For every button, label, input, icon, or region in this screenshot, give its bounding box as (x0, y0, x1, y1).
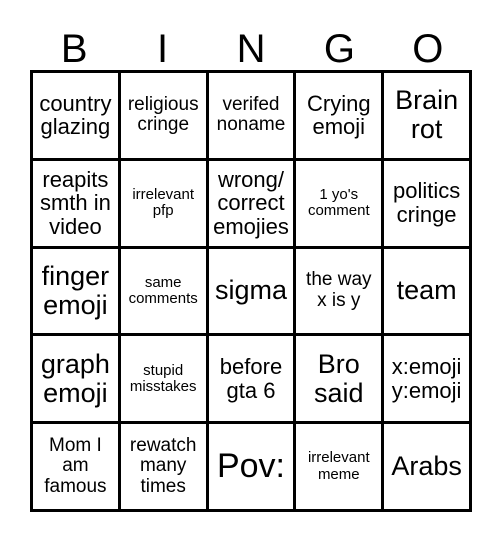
bingo-cell-label: country glazing (39, 90, 112, 140)
bingo-cell-label: Mom I am famous (44, 434, 107, 497)
bingo-cell[interactable]: verifed noname (208, 73, 297, 161)
bingo-cell[interactable]: sigma (208, 248, 297, 337)
bingo-cell-label: Brain rot (395, 85, 459, 145)
bingo-header-row: B I N G O (30, 22, 472, 70)
bingo-cell-label: religious cringe (127, 93, 199, 136)
bingo-cell[interactable]: Bro said (296, 336, 385, 425)
bingo-cell-label: wrong/ correct emojies (213, 166, 289, 240)
bingo-cell-label: politics cringe (392, 178, 461, 228)
bingo-cell-label: Pov: (216, 447, 286, 486)
bingo-cell[interactable]: wrong/ correct emojies (208, 160, 297, 249)
bingo-cell-label: Bro said (314, 348, 364, 408)
bingo-cell[interactable]: rewatch many times (120, 424, 209, 512)
bingo-cell[interactable]: irrelevant pfp (120, 160, 209, 249)
bingo-cell[interactable]: politics cringe (384, 160, 472, 249)
bingo-cell[interactable]: Brain rot (384, 73, 472, 161)
bingo-cell-label: x:emoji y:emoji (391, 354, 462, 403)
bingo-cell-label: graph emoji (40, 348, 110, 408)
header-letter-o: O (412, 27, 444, 71)
header-letter-g: G (323, 27, 355, 71)
bingo-cell-label: finger emoji (41, 260, 110, 320)
bingo-cell[interactable]: 1 yo's comment (296, 160, 385, 249)
bingo-cell[interactable]: team (384, 248, 472, 337)
bingo-cell[interactable]: stupid misstakes (120, 336, 209, 425)
bingo-cell-label: sigma (214, 275, 287, 306)
bingo-cell[interactable]: religious cringe (120, 73, 209, 161)
bingo-grid: country glazing religious cringe verifed… (30, 70, 472, 512)
header-letter-b: B (60, 27, 88, 71)
bingo-cell-label: Crying emoji (307, 90, 371, 140)
bingo-cell[interactable]: Arabs (384, 424, 472, 512)
header-letter-n: N (236, 27, 266, 71)
bingo-cell[interactable]: country glazing (33, 73, 121, 161)
bingo-cell-label: the way x is y (306, 269, 372, 311)
header-letter-i: I (157, 27, 169, 71)
bingo-cell[interactable]: Crying emoji (296, 73, 385, 161)
bingo-cell[interactable]: x:emoji y:emoji (384, 336, 472, 425)
bingo-cell[interactable]: same comments (120, 248, 209, 337)
bingo-cell[interactable]: the way x is y (296, 248, 385, 337)
bingo-cell-label: irrelevant meme (307, 449, 370, 483)
bingo-cell-label: verifed noname (216, 93, 286, 136)
bingo-cell[interactable]: irrelevant meme (296, 424, 385, 512)
bingo-cell-label: reapits smth in video (39, 166, 111, 240)
bingo-cell-label: team (396, 275, 457, 306)
bingo-cell-label: same comments (128, 273, 198, 307)
bingo-card: B I N G O country glazing religious crin… (0, 0, 501, 544)
bingo-cell[interactable]: Pov: (208, 424, 297, 512)
bingo-cell-label: 1 yo's comment (307, 186, 370, 220)
bingo-cell-label: irrelevant pfp (132, 186, 195, 220)
bingo-cell-label: stupid misstakes (129, 361, 197, 395)
bingo-cell-label: before gta 6 (219, 354, 283, 403)
bingo-cell-label: rewatch many times (129, 434, 197, 497)
bingo-cell[interactable]: Mom I am famous (33, 424, 121, 512)
bingo-cell[interactable]: finger emoji (33, 248, 121, 337)
bingo-cell[interactable]: graph emoji (33, 336, 121, 425)
bingo-cell-label: Arabs (391, 451, 462, 482)
bingo-cell[interactable]: reapits smth in video (33, 160, 121, 249)
bingo-cell[interactable]: before gta 6 (208, 336, 297, 425)
